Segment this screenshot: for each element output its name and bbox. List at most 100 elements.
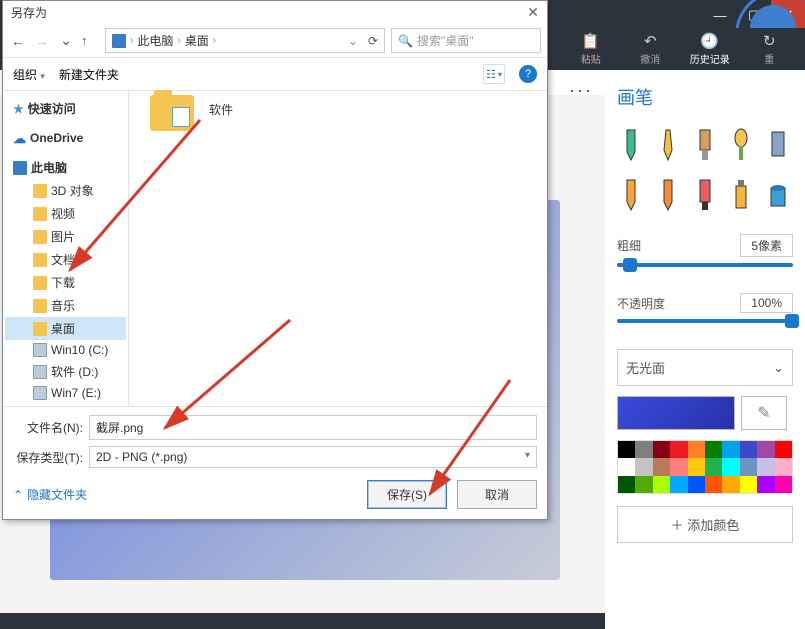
minimize-button[interactable]: — — [703, 0, 737, 30]
palette-swatch[interactable] — [653, 458, 670, 475]
palette-swatch[interactable] — [688, 441, 705, 458]
tree-quickaccess[interactable]: ★快速访问 — [5, 97, 126, 120]
tree-desktop[interactable]: 桌面 — [5, 317, 126, 340]
palette-swatch[interactable] — [740, 441, 757, 458]
palette-swatch[interactable] — [653, 441, 670, 458]
brush-pencil2[interactable] — [654, 178, 682, 212]
tree-drive-d[interactable]: 软件 (D:) — [5, 360, 126, 383]
palette-swatch[interactable] — [688, 476, 705, 493]
ribbon-history[interactable]: 🕘 历史记录 — [685, 32, 735, 66]
palette-swatch[interactable] — [757, 476, 774, 493]
opacity-slider-thumb[interactable] — [785, 314, 799, 328]
palette-swatch[interactable] — [635, 441, 652, 458]
palette-swatch[interactable] — [775, 441, 792, 458]
newfolder-button[interactable]: 新建文件夹 — [59, 66, 119, 83]
palette-swatch[interactable] — [705, 441, 722, 458]
ribbon-redo-label: 重 — [764, 55, 774, 66]
brush-pencil[interactable] — [617, 178, 645, 212]
current-color-swatch[interactable] — [617, 396, 735, 430]
cancel-button[interactable]: 取消 — [457, 480, 537, 509]
nav-back-button[interactable]: ← — [9, 33, 27, 49]
palette-swatch[interactable] — [670, 441, 687, 458]
palette-swatch[interactable] — [740, 458, 757, 475]
palette-swatch[interactable] — [670, 458, 687, 475]
palette-swatch[interactable] — [653, 476, 670, 493]
eyedropper-button[interactable]: ✎ — [741, 396, 787, 430]
brush-spray[interactable] — [727, 178, 755, 212]
tree-downloads[interactable]: 下载 — [5, 271, 126, 294]
tree-3dobjects[interactable]: 3D 对象 — [5, 179, 126, 202]
file-item-folder[interactable] — [137, 95, 207, 135]
search-input[interactable]: 🔍 搜索"桌面" — [391, 28, 541, 53]
palette-swatch[interactable] — [635, 458, 652, 475]
palette-swatch[interactable] — [688, 458, 705, 475]
refresh-icon[interactable]: ⟳ — [368, 34, 378, 48]
tree-music[interactable]: 音乐 — [5, 294, 126, 317]
filename-input[interactable]: 截屏.png — [89, 415, 537, 440]
size-slider-thumb[interactable] — [623, 258, 637, 272]
palette-swatch[interactable] — [705, 458, 722, 475]
breadcrumb-dropdown-icon[interactable]: ⌄ — [348, 34, 358, 48]
size-slider[interactable] — [617, 263, 793, 267]
breadcrumb-folder[interactable]: 桌面 — [185, 32, 209, 49]
palette-swatch[interactable] — [670, 476, 687, 493]
tree-drive-e[interactable]: Win7 (E:) — [5, 383, 126, 403]
add-color-button[interactable]: ＋ 添加颜色 — [617, 506, 793, 543]
brush-pen[interactable] — [654, 128, 682, 162]
filetype-select[interactable]: 2D - PNG (*.png) ▾ — [89, 446, 537, 468]
palette-swatch[interactable] — [635, 476, 652, 493]
ribbon-paste[interactable]: 📋 粘贴 — [566, 32, 616, 66]
tree-drive-c[interactable]: Win10 (C:) — [5, 340, 126, 360]
statusbar — [0, 613, 605, 629]
ribbon-undo[interactable]: ↶ 撤消 — [625, 32, 675, 66]
brush-highlighter[interactable] — [691, 178, 719, 212]
palette-swatch[interactable] — [757, 441, 774, 458]
brush-eraser[interactable] — [764, 128, 792, 162]
finish-dropdown[interactable]: 无光面 ⌄ — [617, 349, 793, 386]
breadcrumb[interactable]: › 此电脑 › 桌面 › ⌄ ⟳ — [105, 28, 385, 53]
tree-pictures[interactable]: 图片 — [5, 225, 126, 248]
help-button[interactable]: ? — [519, 65, 537, 83]
file-listing[interactable]: 软件 — [129, 91, 547, 406]
chevron-down-icon: ⌄ — [773, 360, 784, 376]
more-icon[interactable]: ··· — [569, 80, 593, 101]
folder-icon — [33, 230, 47, 244]
palette-swatch[interactable] — [618, 476, 635, 493]
tree-docs[interactable]: 文档 — [5, 248, 126, 271]
filetype-label: 保存类型(T): — [13, 449, 83, 466]
palette-swatch[interactable] — [618, 458, 635, 475]
brush-bucket[interactable] — [764, 178, 792, 212]
tree-onedrive[interactable]: ☁OneDrive — [5, 128, 126, 148]
undo-icon: ↶ — [625, 32, 675, 50]
nav-tree: ★快速访问 ☁OneDrive 此电脑 3D 对象 视频 图片 文档 下载 音乐… — [3, 91, 129, 406]
breadcrumb-pc[interactable]: 此电脑 — [137, 32, 173, 49]
palette-swatch[interactable] — [722, 476, 739, 493]
brush-round[interactable] — [727, 128, 755, 162]
view-button[interactable]: ☷▾ — [483, 64, 505, 84]
palette-swatch[interactable] — [740, 476, 757, 493]
palette-swatch[interactable] — [722, 458, 739, 475]
nav-recent-button[interactable]: ⌄ — [57, 32, 75, 49]
ribbon-redo[interactable]: ↻ 重 — [744, 32, 794, 66]
redo-icon: ↻ — [744, 32, 794, 50]
palette-swatch[interactable] — [705, 476, 722, 493]
palette-swatch[interactable] — [722, 441, 739, 458]
plus-icon: ＋ — [671, 518, 684, 533]
palette-swatch[interactable] — [775, 476, 792, 493]
opacity-slider[interactable] — [617, 319, 793, 323]
hide-folders-link[interactable]: ⌃ 隐藏文件夹 — [13, 486, 87, 503]
palette-swatch[interactable] — [618, 441, 635, 458]
nav-forward-button[interactable]: → — [33, 33, 51, 49]
palette-swatch[interactable] — [775, 458, 792, 475]
organize-button[interactable]: 组织 ▾ — [13, 66, 45, 83]
opacity-value[interactable]: 100% — [740, 293, 793, 313]
size-value[interactable]: 5像素 — [740, 234, 793, 257]
save-button[interactable]: 保存(S) — [367, 480, 447, 509]
tree-pc[interactable]: 此电脑 — [5, 156, 126, 179]
brush-marker[interactable] — [617, 128, 645, 162]
nav-up-button[interactable]: ↑ — [81, 33, 99, 48]
dialog-close-button[interactable]: ✕ — [527, 4, 539, 21]
palette-swatch[interactable] — [757, 458, 774, 475]
brush-flat[interactable] — [691, 128, 719, 162]
tree-video[interactable]: 视频 — [5, 202, 126, 225]
